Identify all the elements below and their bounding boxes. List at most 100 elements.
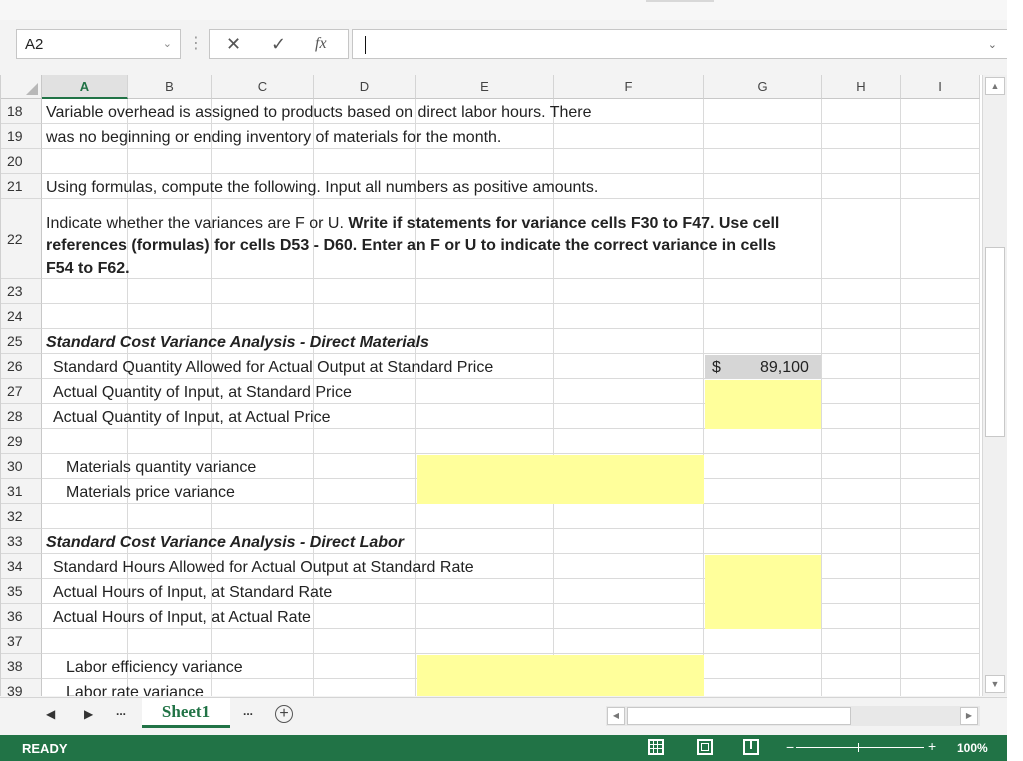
grid-cell[interactable] <box>128 279 212 304</box>
zoom-slider-handle[interactable] <box>858 743 859 752</box>
row-header-30[interactable]: 30 <box>1 454 42 479</box>
row-header-24[interactable]: 24 <box>1 304 42 329</box>
select-all-corner[interactable] <box>1 75 42 99</box>
grid-cell[interactable] <box>554 124 704 149</box>
cancel-icon[interactable]: ✕ <box>226 34 241 55</box>
grid-cell[interactable] <box>704 279 822 304</box>
zoom-level[interactable]: 100% <box>957 741 988 755</box>
grid-cell[interactable] <box>704 504 822 529</box>
zoom-in-button[interactable]: + <box>928 738 936 754</box>
grid-cell[interactable] <box>42 629 128 654</box>
row-header-33[interactable]: 33 <box>1 529 42 554</box>
column-header-a[interactable]: A <box>42 75 128 99</box>
vertical-scrollbar[interactable]: ▲ ▼ <box>982 75 1007 696</box>
grid-cell[interactable] <box>212 149 314 174</box>
cell-a35[interactable]: Actual Hours of Input, at Standard Rate <box>53 584 332 602</box>
grid-cell[interactable] <box>314 279 416 304</box>
grid-cell[interactable] <box>314 504 416 529</box>
grid-cell[interactable] <box>314 604 416 629</box>
chevron-down-icon[interactable]: ⌄ <box>163 37 172 50</box>
cell-a31[interactable]: Materials price variance <box>66 484 235 502</box>
grid-cell[interactable] <box>416 404 554 429</box>
grid-cell[interactable] <box>901 279 980 304</box>
row-header-28[interactable]: 28 <box>1 404 42 429</box>
grid-cell[interactable] <box>42 504 128 529</box>
grid-cell[interactable] <box>416 149 554 174</box>
row-header-23[interactable]: 23 <box>1 279 42 304</box>
grid-cell[interactable] <box>901 479 980 504</box>
previous-sheet-icon[interactable]: ◀ <box>46 707 55 721</box>
cell-a27[interactable]: Actual Quantity of Input, at Standard Pr… <box>53 384 352 402</box>
grid-cell[interactable] <box>822 124 901 149</box>
grid-cell[interactable] <box>901 379 980 404</box>
grid-cell[interactable] <box>704 304 822 329</box>
grid-cell[interactable] <box>822 174 901 199</box>
zoom-out-button[interactable]: − <box>786 739 794 755</box>
grid-cell[interactable] <box>704 479 822 504</box>
expand-formula-bar-icon[interactable]: ⌄ <box>988 38 997 51</box>
grid-cell[interactable] <box>704 174 822 199</box>
grid-cell[interactable] <box>554 329 704 354</box>
cell-a25[interactable]: Standard Cost Variance Analysis - Direct… <box>46 334 429 352</box>
grid-cell[interactable] <box>314 679 416 696</box>
grid-cell[interactable] <box>554 149 704 174</box>
grid-cell[interactable] <box>822 629 901 654</box>
row-header-32[interactable]: 32 <box>1 504 42 529</box>
grid-cell[interactable] <box>416 304 554 329</box>
grid-cell[interactable] <box>901 124 980 149</box>
grid-cell[interactable] <box>901 174 980 199</box>
grid-cell[interactable] <box>554 579 704 604</box>
grid-cell[interactable] <box>212 629 314 654</box>
scroll-up-icon[interactable]: ▲ <box>985 77 1005 95</box>
grid-cell[interactable] <box>901 149 980 174</box>
row-header-37[interactable]: 37 <box>1 629 42 654</box>
add-sheet-icon[interactable]: + <box>275 705 293 723</box>
row-header-31[interactable]: 31 <box>1 479 42 504</box>
grid-cell[interactable] <box>822 504 901 529</box>
grid-cell[interactable] <box>128 504 212 529</box>
scroll-down-icon[interactable]: ▼ <box>985 675 1005 693</box>
cell-a33[interactable]: Standard Cost Variance Analysis - Direct… <box>46 534 404 552</box>
grid-cell[interactable] <box>901 679 980 696</box>
cell-a38[interactable]: Labor efficiency variance <box>66 659 243 677</box>
cell-a18[interactable]: Variable overhead is assigned to product… <box>46 104 592 122</box>
grid-cell[interactable] <box>704 124 822 149</box>
grid-cell[interactable] <box>822 529 901 554</box>
column-header-h[interactable]: H <box>822 75 901 99</box>
row-header-18[interactable]: 18 <box>1 99 42 124</box>
grid-cell[interactable] <box>554 629 704 654</box>
grid-cell[interactable] <box>416 529 554 554</box>
grid-cell[interactable] <box>901 99 980 124</box>
row-header-34[interactable]: 34 <box>1 554 42 579</box>
row-header-26[interactable]: 26 <box>1 354 42 379</box>
next-sheet-icon[interactable]: ▶ <box>84 707 93 721</box>
grid-cell[interactable] <box>901 429 980 454</box>
enter-icon[interactable]: ✓ <box>271 34 286 55</box>
name-box[interactable]: A2 ⌄ <box>16 29 181 59</box>
grid-cell[interactable] <box>314 149 416 174</box>
grid-cell[interactable] <box>822 429 901 454</box>
zoom-slider[interactable] <box>796 747 924 748</box>
grid-cell[interactable] <box>822 354 901 379</box>
grid-cell[interactable] <box>822 404 901 429</box>
grid-cell[interactable] <box>416 379 554 404</box>
grid-cell[interactable] <box>416 579 554 604</box>
grid-cell[interactable] <box>128 149 212 174</box>
grid-cell[interactable] <box>554 554 704 579</box>
grid-cell[interactable] <box>416 504 554 529</box>
horizontal-scroll-thumb[interactable] <box>627 707 851 725</box>
grid-cell[interactable] <box>314 454 416 479</box>
grid-cell[interactable] <box>901 354 980 379</box>
grid-cell[interactable] <box>822 279 901 304</box>
formula-input[interactable]: ⌄ <box>352 29 1008 59</box>
grid-cell[interactable] <box>901 329 980 354</box>
row-header-21[interactable]: 21 <box>1 174 42 199</box>
scroll-left-icon[interactable]: ◀ <box>607 707 625 725</box>
normal-view-icon[interactable] <box>648 739 664 755</box>
grid-cell[interactable] <box>212 679 314 696</box>
grid-cell[interactable] <box>554 529 704 554</box>
cell-a19[interactable]: was no beginning or ending inventory of … <box>46 129 501 147</box>
grid-cell[interactable] <box>704 529 822 554</box>
grid-cell[interactable] <box>822 149 901 174</box>
grid-cell[interactable] <box>704 329 822 354</box>
